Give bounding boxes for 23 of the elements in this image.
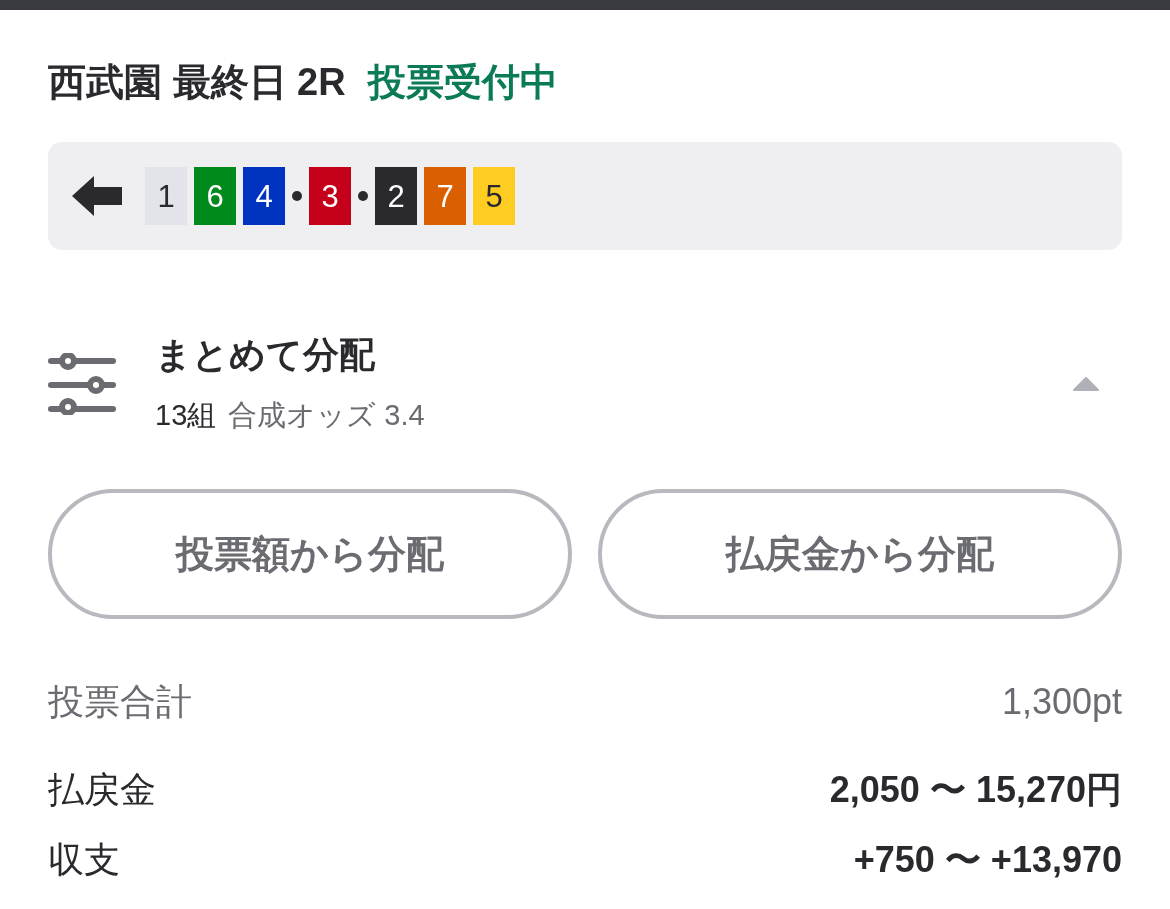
summary-value: 1,300pt — [1001, 680, 1122, 724]
distribution-button[interactable]: 投票額から分配 — [48, 489, 572, 619]
section-title: まとめて分配 — [155, 333, 376, 377]
summary-label: 払戻金 — [48, 768, 156, 812]
status-label: 投票受付中 — [367, 60, 558, 105]
summary-label: 収支 — [48, 838, 120, 882]
summary-value: +750 〜 +13,970 — [853, 838, 1122, 882]
race-title: 西武園 最終日 2R — [48, 60, 346, 105]
sliders-icon — [48, 353, 116, 415]
number-tile: 5 — [473, 167, 515, 225]
number-tile: 3 — [309, 167, 351, 225]
number-tile: 4 — [243, 167, 285, 225]
number-tile: 1 — [145, 167, 187, 225]
caret-icon[interactable] — [1073, 377, 1099, 391]
summary-value: 2,050 〜 15,270円 — [829, 768, 1122, 812]
combined-odds: 合成オッズ 3.4 — [228, 398, 425, 433]
number-tile: 7 — [424, 167, 466, 225]
summary-label: 投票合計 — [48, 680, 192, 724]
number-tile: 2 — [375, 167, 417, 225]
distribution-button[interactable]: 払戻金から分配 — [598, 489, 1122, 619]
combination-count: 13組 — [155, 398, 217, 433]
left-arrow-icon — [72, 176, 122, 216]
number-tile: 6 — [194, 167, 236, 225]
